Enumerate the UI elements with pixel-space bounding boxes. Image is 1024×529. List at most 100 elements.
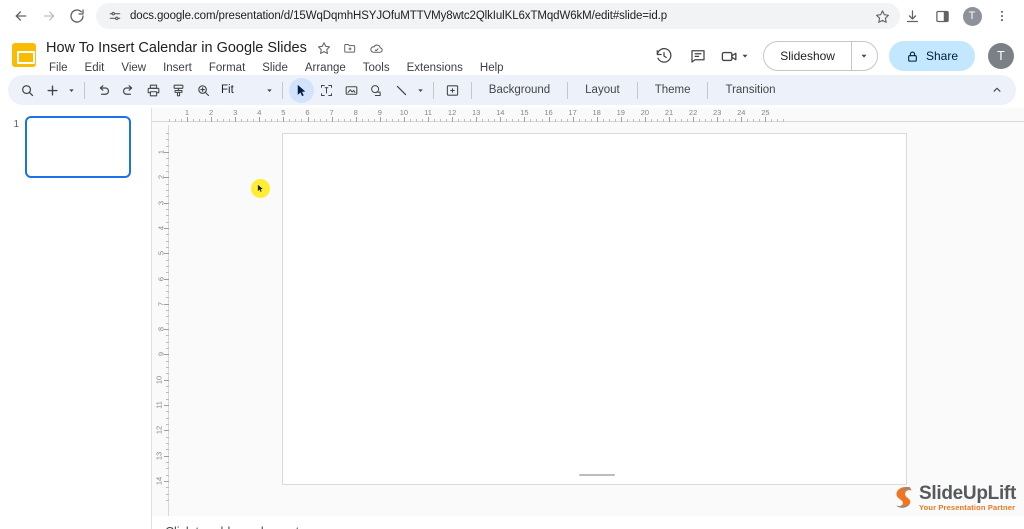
select-tool-button[interactable] bbox=[288, 77, 314, 103]
zoom-dropdown-icon[interactable] bbox=[263, 78, 276, 103]
app-header: How To Insert Calendar in Google Slides … bbox=[0, 33, 1024, 75]
three-dot-menu-icon[interactable] bbox=[988, 2, 1016, 30]
menu-slide[interactable]: Slide bbox=[260, 61, 290, 75]
ruler-tick-minor bbox=[325, 119, 327, 122]
slide-thumbnail-1[interactable] bbox=[25, 116, 131, 178]
toolbar-divider bbox=[281, 81, 283, 99]
ruler-tick-major bbox=[620, 117, 622, 122]
bookmark-star-icon[interactable] bbox=[868, 3, 896, 29]
ruler-tick-major bbox=[476, 117, 478, 122]
ruler-tick-minor bbox=[614, 119, 616, 122]
undo-icon[interactable] bbox=[91, 78, 116, 103]
menu-arrange[interactable]: Arrange bbox=[303, 61, 348, 75]
browser-reload-button[interactable] bbox=[64, 3, 90, 29]
slide-canvas[interactable] bbox=[282, 133, 907, 485]
user-avatar[interactable]: T bbox=[988, 43, 1014, 69]
speaker-notes-input[interactable]: Click to add speaker notes bbox=[152, 516, 1024, 529]
ruler-tick-minor bbox=[265, 119, 267, 122]
share-button[interactable]: Share bbox=[888, 41, 975, 71]
new-slide-dropdown-icon[interactable] bbox=[65, 78, 78, 103]
line-dropdown-icon[interactable] bbox=[414, 78, 427, 103]
document-title[interactable]: How To Insert Calendar in Google Slides bbox=[46, 40, 307, 56]
ruler-label: 3 bbox=[156, 200, 166, 205]
ruler-tick-minor bbox=[536, 119, 538, 122]
ruler-tick-minor bbox=[632, 119, 634, 122]
redo-icon[interactable] bbox=[116, 78, 141, 103]
chrome-profile-avatar[interactable]: T bbox=[958, 2, 986, 30]
ruler-label: 4 bbox=[156, 225, 166, 230]
side-panel-icon[interactable] bbox=[928, 2, 956, 30]
zoom-icon[interactable] bbox=[191, 78, 216, 103]
vertical-ruler[interactable]: 1 2 3 4 5 6 7 8 9 10 11 12 13 14 bbox=[152, 125, 169, 516]
menu-format[interactable]: Format bbox=[207, 61, 247, 75]
add-comment-icon[interactable] bbox=[440, 78, 465, 103]
layout-button[interactable]: Layout bbox=[574, 84, 631, 96]
browser-forward-button[interactable] bbox=[36, 3, 62, 29]
ruler-tick-minor bbox=[675, 119, 677, 122]
shape-icon[interactable] bbox=[364, 78, 389, 103]
new-slide-button[interactable] bbox=[40, 78, 65, 103]
star-icon[interactable] bbox=[316, 40, 333, 57]
zoom-level-label[interactable]: Fit bbox=[216, 84, 239, 96]
search-icon[interactable] bbox=[15, 78, 40, 103]
slideuplift-watermark: SlideUpLift Your Presentation Partner bbox=[893, 484, 1016, 512]
menu-edit[interactable]: Edit bbox=[83, 61, 107, 75]
text-box-icon[interactable] bbox=[314, 78, 339, 103]
transition-button[interactable]: Transition bbox=[714, 84, 786, 96]
slide-editor: 1 2 3 4 5 6 7 8 9 10 11 12 13 14 15 16 17 18 19 20 21 22 23 24 2… bbox=[152, 108, 1024, 516]
version-history-icon[interactable] bbox=[649, 41, 679, 71]
insert-image-icon[interactable] bbox=[339, 78, 364, 103]
downloads-icon[interactable] bbox=[898, 2, 926, 30]
ruler-tick-major bbox=[765, 117, 767, 122]
canvas-area[interactable]: SlideUpLift Your Presentation Partner bbox=[169, 125, 1024, 516]
ruler-tick-major bbox=[644, 117, 646, 122]
menu-extensions[interactable]: Extensions bbox=[405, 61, 465, 75]
share-label: Share bbox=[925, 49, 958, 63]
site-settings-icon[interactable] bbox=[108, 9, 122, 23]
slide-thumbnail-row[interactable]: 1 bbox=[0, 116, 151, 178]
chevron-up-icon[interactable] bbox=[984, 78, 1009, 103]
print-icon[interactable] bbox=[141, 78, 166, 103]
menu-insert[interactable]: Insert bbox=[161, 61, 194, 75]
ruler-tick-minor bbox=[771, 119, 773, 122]
ruler-tick-minor bbox=[656, 119, 658, 122]
ruler-label: 23 bbox=[713, 108, 722, 117]
drive-saved-icon[interactable] bbox=[368, 40, 385, 57]
ruler-tick-major bbox=[669, 117, 670, 122]
chevron-down-icon[interactable] bbox=[740, 51, 750, 61]
ruler-tick-minor bbox=[602, 119, 604, 122]
notes-resize-handle[interactable] bbox=[578, 474, 615, 476]
ruler-label: 17 bbox=[568, 108, 577, 117]
video-camera-icon[interactable] bbox=[720, 47, 739, 66]
slide-filmstrip[interactable]: 1 bbox=[0, 108, 152, 516]
header-actions: Slideshow Share T bbox=[649, 41, 1014, 71]
address-bar[interactable]: docs.google.com/presentation/d/15WqDqmhH… bbox=[96, 3, 900, 29]
horizontal-ruler[interactable]: 1 2 3 4 5 6 7 8 9 10 11 12 13 14 15 16 17 18 19 20 21 22 23 24 2… bbox=[152, 108, 1024, 125]
ruler-tick-minor bbox=[223, 119, 225, 122]
menu-file[interactable]: File bbox=[47, 61, 70, 75]
menu-help[interactable]: Help bbox=[478, 61, 506, 75]
ruler-tick-major bbox=[283, 117, 285, 122]
ruler-tick-minor bbox=[542, 119, 544, 122]
canvas-row: 1 2 3 4 5 6 7 8 9 10 11 12 13 14 SlideUpLift Y bbox=[152, 125, 1024, 516]
ruler-label: 22 bbox=[688, 108, 698, 117]
menu-tools[interactable]: Tools bbox=[361, 61, 392, 75]
slideshow-button[interactable]: Slideshow bbox=[764, 42, 851, 70]
slideshow-dropdown-button[interactable] bbox=[850, 42, 877, 70]
ruler-tick-minor bbox=[687, 119, 689, 122]
ruler-tick-major bbox=[500, 117, 502, 122]
ruler-tick-minor bbox=[494, 119, 496, 122]
comment-icon[interactable] bbox=[683, 41, 713, 71]
meet-button[interactable] bbox=[717, 47, 753, 66]
browser-back-button[interactable] bbox=[8, 3, 34, 29]
move-to-folder-icon[interactable] bbox=[342, 40, 359, 57]
ruler-tick-minor bbox=[554, 119, 556, 122]
menu-view[interactable]: View bbox=[119, 61, 148, 75]
paint-format-icon[interactable] bbox=[166, 78, 191, 103]
background-button[interactable]: Background bbox=[478, 84, 561, 96]
horizontal-ruler-track: 1 2 3 4 5 6 7 8 9 10 11 12 13 14 15 16 17 18 19 20 21 22 23 24 2… bbox=[152, 108, 1024, 122]
line-icon[interactable] bbox=[389, 78, 414, 103]
ruler-label: 14 bbox=[496, 108, 505, 117]
title-and-menu-block: How To Insert Calendar in Google Slides … bbox=[46, 37, 649, 75]
theme-button[interactable]: Theme bbox=[644, 84, 702, 96]
